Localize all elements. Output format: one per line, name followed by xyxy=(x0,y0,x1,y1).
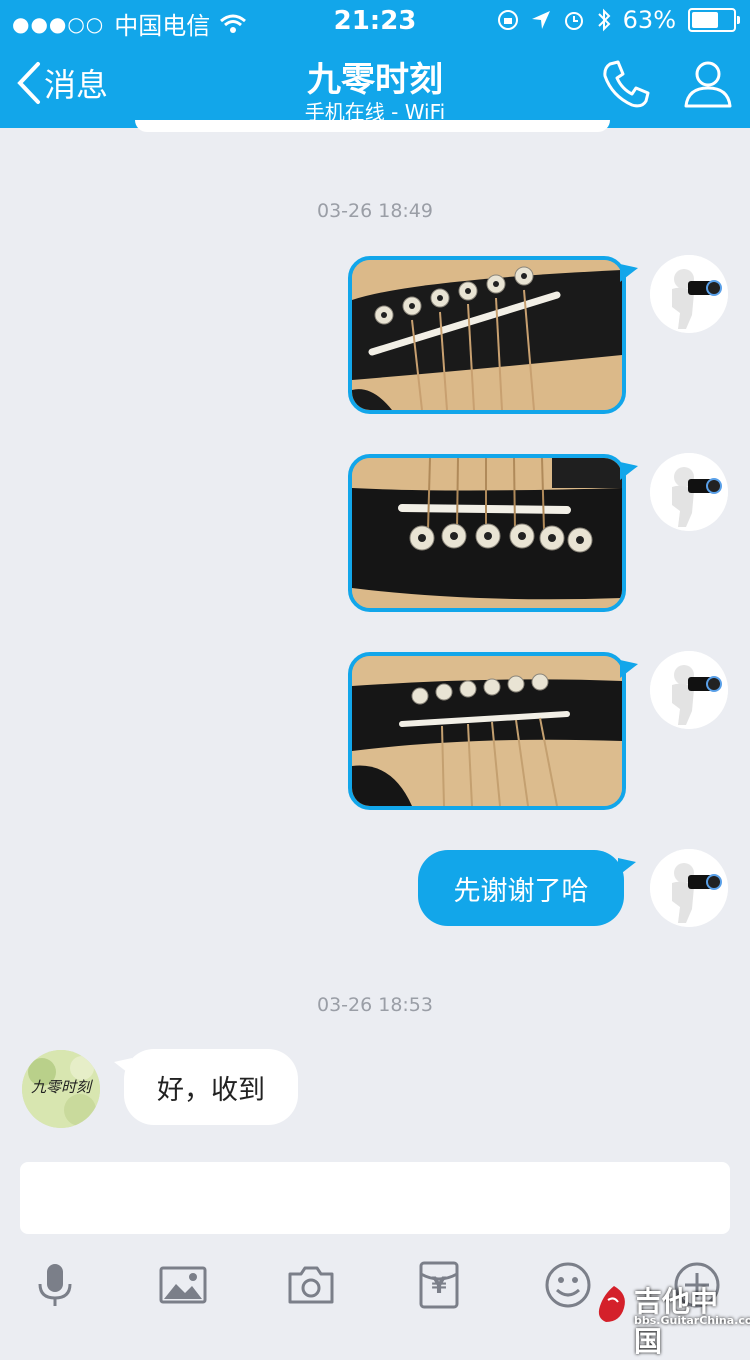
my-avatar[interactable] xyxy=(650,849,728,927)
bubble-tail xyxy=(620,660,638,678)
red-envelope-icon[interactable]: ¥ xyxy=(414,1260,464,1310)
image-message[interactable] xyxy=(348,256,626,414)
alarm-icon xyxy=(564,12,583,30)
bubble-tail xyxy=(620,462,638,480)
camera-man-avatar-icon xyxy=(650,651,728,729)
contact-avatar-text: 九零时刻 xyxy=(30,1078,91,1096)
image-message[interactable] xyxy=(348,652,626,810)
person-icon[interactable] xyxy=(680,56,736,112)
watermark: 吉他中国 bbs.GuitarChina.com xyxy=(594,1280,750,1358)
my-avatar[interactable] xyxy=(650,255,728,333)
guitar-bridge-photo xyxy=(352,260,622,410)
camera-man-avatar-icon xyxy=(650,453,728,531)
my-avatar[interactable] xyxy=(650,651,728,729)
guitar-bridge-photo xyxy=(352,458,622,608)
message-input[interactable] xyxy=(20,1162,730,1234)
message-text: 先谢谢了哈 xyxy=(453,875,589,907)
image-icon[interactable] xyxy=(158,1260,208,1310)
microphone-icon[interactable] xyxy=(30,1260,80,1310)
bubble-tail xyxy=(620,264,638,282)
message-text: 好，收到 xyxy=(157,1074,265,1106)
bluetooth-icon xyxy=(597,8,611,32)
received-message[interactable]: 好，收到 xyxy=(124,1049,298,1125)
location-icon xyxy=(531,11,550,29)
image-message[interactable] xyxy=(348,454,626,612)
phone-icon[interactable] xyxy=(598,56,654,112)
sent-message[interactable]: 先谢谢了哈 xyxy=(418,850,624,926)
watermark-url: bbs.GuitarChina.com xyxy=(634,1314,750,1327)
status-bar: ●●●○○ 中国电信 21:23 63% xyxy=(0,0,750,40)
battery-percent: 63% xyxy=(622,6,676,34)
camera-man-avatar-icon xyxy=(650,255,728,333)
bubble-tail xyxy=(618,858,636,876)
timestamp: 03-26 18:53 xyxy=(316,994,433,1016)
camera-man-avatar-icon xyxy=(650,849,728,927)
timestamp: 03-26 18:49 xyxy=(316,200,433,222)
yuan-symbol: ¥ xyxy=(431,1274,447,1299)
rotation-lock-icon xyxy=(497,10,518,30)
emoji-icon[interactable] xyxy=(543,1260,593,1310)
previous-message-edge xyxy=(135,120,610,132)
guitar-bridge-photo xyxy=(352,656,622,806)
camera-icon[interactable] xyxy=(286,1260,336,1310)
contact-avatar[interactable]: 九零时刻 xyxy=(22,1050,100,1128)
top-bar: ●●●○○ 中国电信 21:23 63% 消息 九零时刻 手机在线 - WiFi xyxy=(0,0,750,128)
battery-icon xyxy=(688,8,740,32)
guitar-logo-icon xyxy=(598,1286,625,1322)
my-avatar[interactable] xyxy=(650,453,728,531)
